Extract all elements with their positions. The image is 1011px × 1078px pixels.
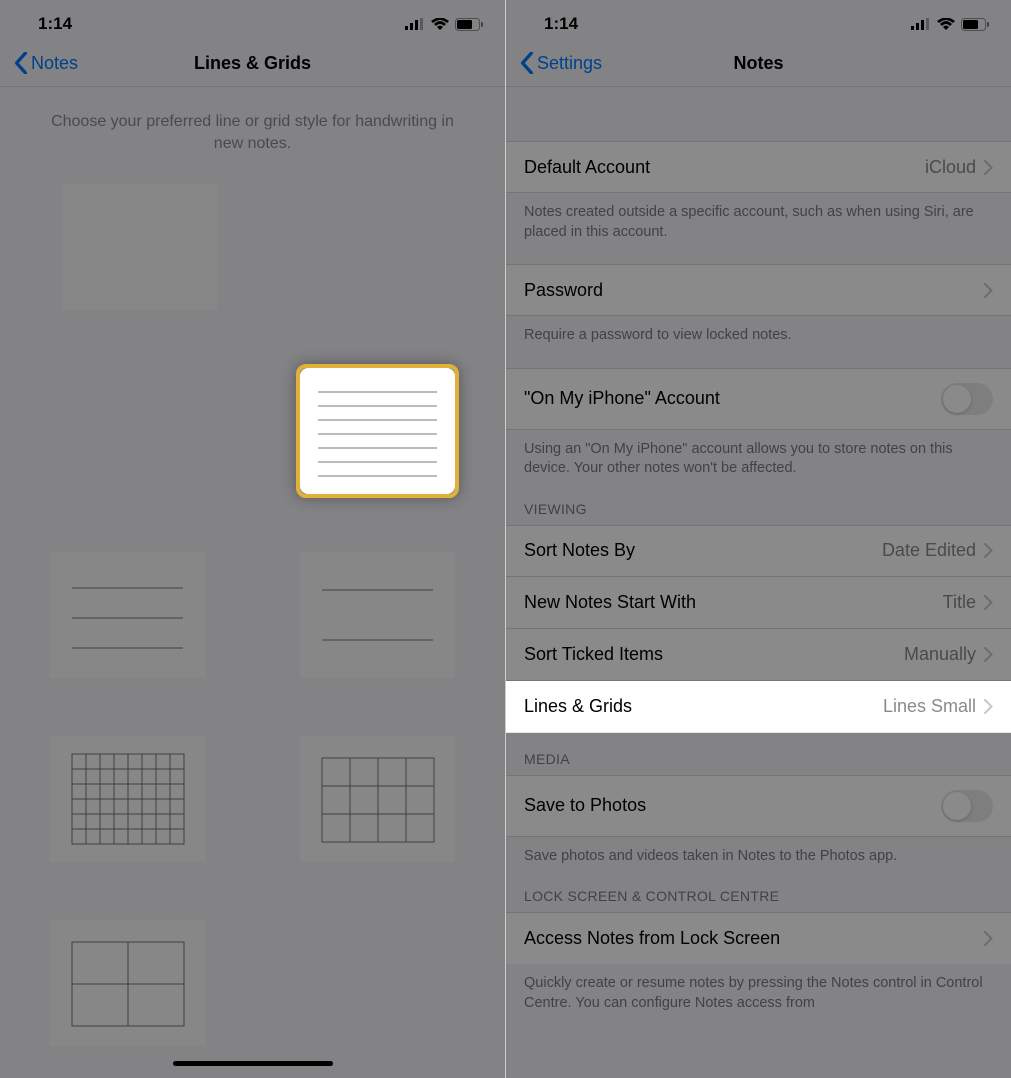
swatch-lines-medium[interactable] — [50, 552, 205, 678]
screen-lines-and-grids: 1:14 Notes Lines & Grids Choose your pre… — [0, 0, 505, 1078]
row-label: Sort Ticked Items — [524, 644, 663, 665]
row-label: Sort Notes By — [524, 540, 635, 561]
status-bar: 1:14 — [0, 0, 505, 42]
footer-access-lock: Quickly create or resume notes by pressi… — [506, 964, 1011, 1013]
row-access-lock[interactable]: Access Notes from Lock Screen — [506, 912, 1011, 964]
status-icons — [405, 18, 483, 31]
row-value: Manually — [904, 644, 976, 665]
nav-bar: Settings Notes — [506, 42, 1011, 87]
toggle-on-my-iphone[interactable] — [941, 383, 993, 415]
footer-save-photos: Save photos and videos taken in Notes to… — [506, 837, 1011, 871]
header-media: Media — [506, 733, 1011, 775]
description-text: Choose your preferred line or grid style… — [0, 87, 505, 164]
battery-icon — [961, 18, 989, 31]
status-bar: 1:14 — [506, 0, 1011, 42]
chevron-right-icon — [984, 699, 993, 714]
wifi-icon — [937, 18, 955, 30]
back-button[interactable]: Settings — [520, 52, 602, 74]
footer-on-my-iphone: Using an "On My iPhone" account allows y… — [506, 430, 1011, 483]
chevron-left-icon — [14, 52, 28, 74]
row-value: Date Edited — [882, 540, 976, 561]
row-value: Lines Small — [883, 696, 976, 717]
back-label: Settings — [537, 53, 602, 74]
swatch-grid-large[interactable] — [50, 920, 205, 1046]
toggle-save-photos[interactable] — [941, 790, 993, 822]
status-time: 1:14 — [544, 14, 578, 34]
header-lock: Lock Screen & Control Centre — [506, 870, 1011, 912]
row-label: Save to Photos — [524, 795, 646, 816]
chevron-right-icon — [984, 160, 993, 175]
back-label: Notes — [31, 53, 78, 74]
row-sort-ticked[interactable]: Sort Ticked Items Manually — [506, 629, 1011, 681]
chevron-right-icon — [984, 283, 993, 298]
chevron-right-icon — [984, 931, 993, 946]
footer-password: Require a password to view locked notes. — [506, 316, 1011, 350]
swatch-grid-medium[interactable] — [300, 736, 455, 862]
wifi-icon — [431, 18, 449, 30]
swatch-blank[interactable] — [62, 184, 217, 310]
swatch-lines-small[interactable] — [300, 368, 455, 494]
swatch-lines-large[interactable] — [300, 552, 455, 678]
row-label: "On My iPhone" Account — [524, 388, 720, 409]
header-viewing: Viewing — [506, 483, 1011, 525]
status-time: 1:14 — [38, 14, 72, 34]
screen-notes-settings: 1:14 Settings Notes Default Account iClo… — [505, 0, 1011, 1078]
chevron-right-icon — [984, 647, 993, 662]
row-label: Default Account — [524, 157, 650, 178]
row-password[interactable]: Password — [506, 264, 1011, 316]
row-default-account[interactable]: Default Account iCloud — [506, 141, 1011, 193]
row-value: Title — [943, 592, 976, 613]
footer-default-account: Notes created outside a specific account… — [506, 193, 1011, 246]
back-button[interactable]: Notes — [14, 52, 78, 74]
row-label: Password — [524, 280, 603, 301]
row-label: Lines & Grids — [524, 696, 632, 717]
row-on-my-iphone[interactable]: "On My iPhone" Account — [506, 368, 1011, 430]
battery-icon — [455, 18, 483, 31]
row-new-notes[interactable]: New Notes Start With Title — [506, 577, 1011, 629]
nav-bar: Notes Lines & Grids — [0, 42, 505, 87]
row-sort-notes[interactable]: Sort Notes By Date Edited — [506, 525, 1011, 577]
cellular-icon — [911, 18, 931, 30]
row-lines-grids[interactable]: Lines & Grids Lines Small — [506, 681, 1011, 733]
cellular-icon — [405, 18, 425, 30]
chevron-right-icon — [984, 543, 993, 558]
status-icons — [911, 18, 989, 31]
row-save-photos[interactable]: Save to Photos — [506, 775, 1011, 837]
row-label: Access Notes from Lock Screen — [524, 928, 780, 949]
home-indicator — [173, 1061, 333, 1066]
chevron-right-icon — [984, 595, 993, 610]
swatch-grid — [0, 164, 505, 1066]
chevron-left-icon — [520, 52, 534, 74]
row-label: New Notes Start With — [524, 592, 696, 613]
row-value: iCloud — [925, 157, 976, 178]
swatch-grid-small[interactable] — [50, 736, 205, 862]
